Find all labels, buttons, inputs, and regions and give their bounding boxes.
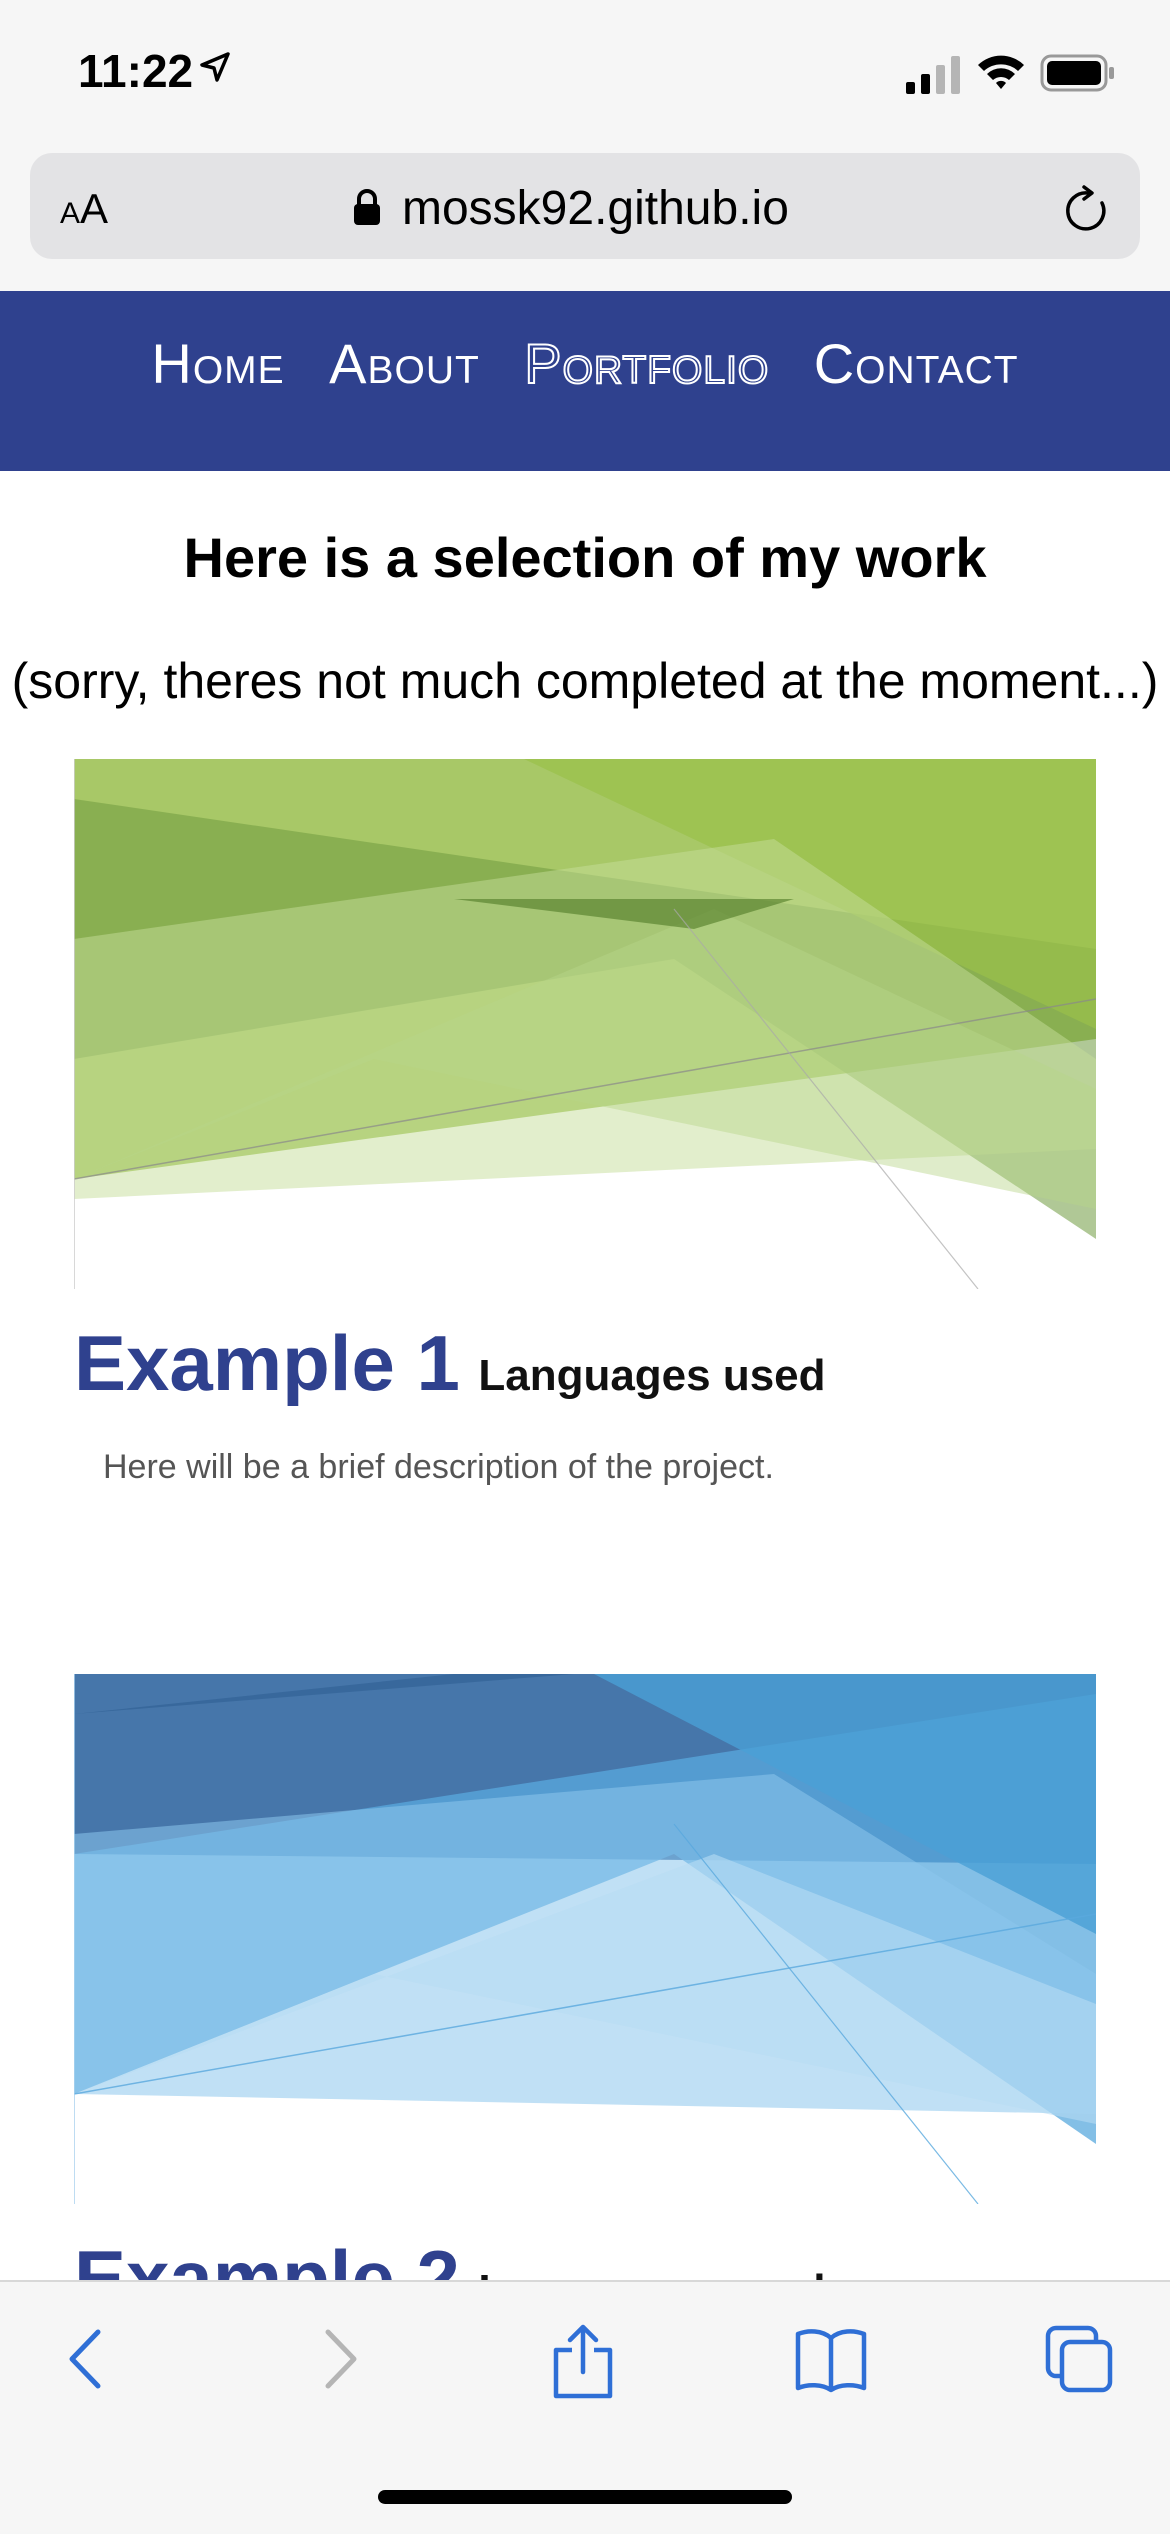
- project-2-image[interactable]: [74, 1674, 1096, 2204]
- cellular-signal-icon: [906, 56, 962, 99]
- project-1-description: Here will be a brief description of the …: [103, 1448, 774, 1486]
- lock-icon: [352, 189, 382, 232]
- share-icon[interactable]: [550, 2324, 616, 2405]
- text-size-small-label: A: [60, 197, 81, 230]
- project-1-languages: Languages used: [478, 1351, 826, 1400]
- text-size-button[interactable]: AA: [60, 185, 108, 233]
- nav-links: Home About Portfolio Contact: [0, 331, 1170, 396]
- bookmarks-icon[interactable]: [794, 2324, 868, 2399]
- project-1-title[interactable]: Example 1: [74, 1319, 460, 1407]
- home-indicator[interactable]: [378, 2490, 792, 2504]
- url-text[interactable]: mossk92.github.io: [402, 181, 789, 236]
- reload-icon[interactable]: [1064, 185, 1112, 240]
- nav-home-link[interactable]: Home: [151, 331, 284, 396]
- tabs-icon[interactable]: [1044, 2324, 1114, 2399]
- battery-icon: [1040, 54, 1116, 97]
- wifi-icon: [976, 52, 1026, 97]
- forward-icon[interactable]: [314, 2324, 364, 2399]
- location-arrow-icon: [198, 50, 232, 89]
- nav-contact-link[interactable]: Contact: [814, 331, 1019, 396]
- nav-about-link[interactable]: About: [329, 331, 480, 396]
- text-size-big-label: A: [80, 185, 109, 232]
- project-1-image[interactable]: [74, 759, 1096, 1289]
- site-navigation: Home About Portfolio Contact: [0, 291, 1170, 471]
- back-icon[interactable]: [62, 2324, 112, 2399]
- nav-portfolio-link[interactable]: Portfolio: [523, 331, 769, 396]
- page-subheading: (sorry, theres not much completed at the…: [11, 653, 1159, 709]
- browser-address-area: AA mossk92.github.io: [0, 145, 1170, 291]
- project-1-title-row: Example 1 Languages used: [74, 1318, 826, 1409]
- status-time: 11:22: [78, 45, 194, 97]
- page-heading: Here is a selection of my work: [183, 526, 987, 589]
- address-bar[interactable]: AA mossk92.github.io: [30, 153, 1140, 259]
- status-bar: 11:22: [0, 0, 1170, 145]
